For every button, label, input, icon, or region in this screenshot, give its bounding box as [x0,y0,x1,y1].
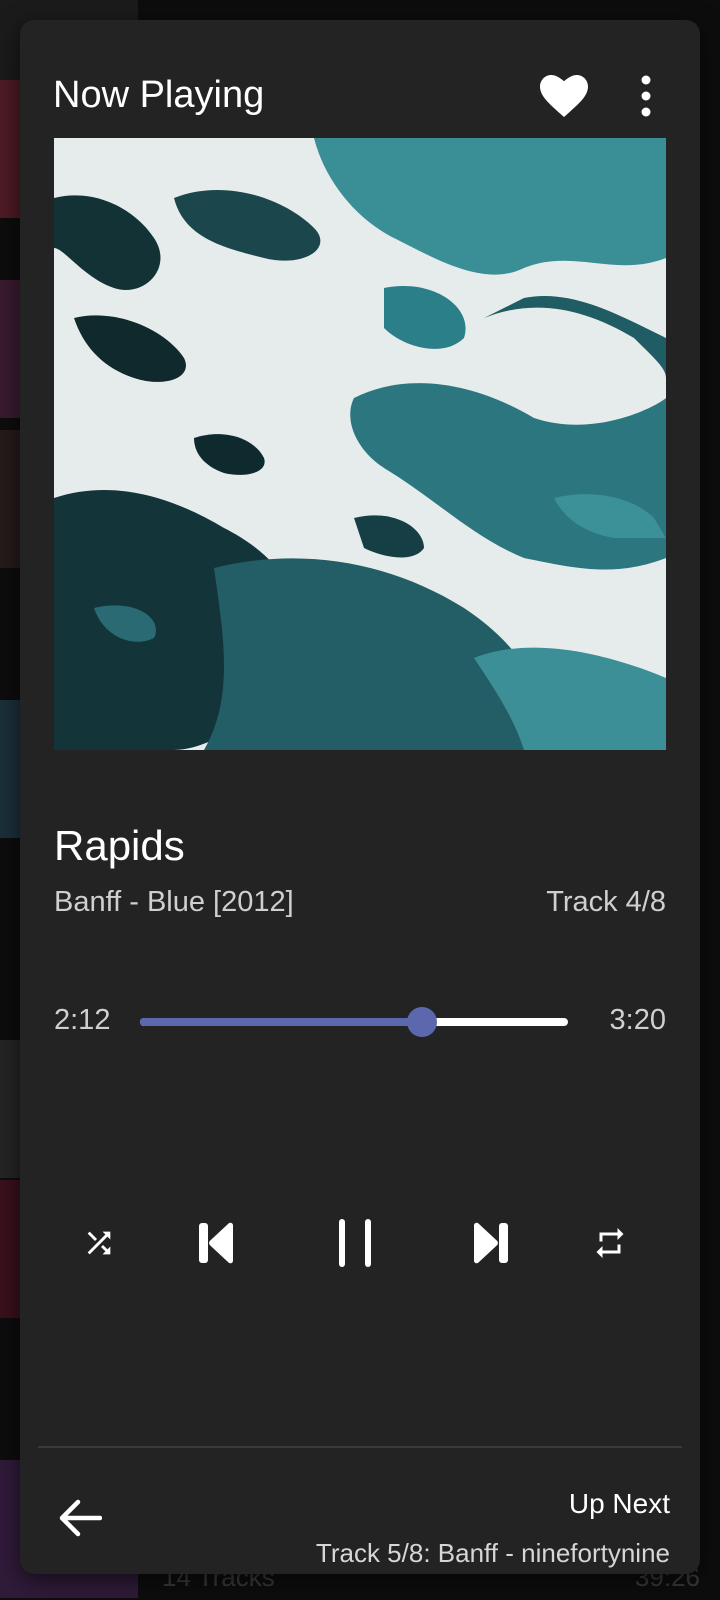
next-button[interactable] [455,1208,525,1278]
footer-divider [38,1446,682,1448]
song-title: Rapids [54,822,185,869]
up-next-label: Up Next [568,1488,670,1519]
skip-next-icon [474,1222,508,1264]
app-root: 14 Tracks 39:26 Now Playing Rapids Banff… [0,0,720,1600]
album-art-image [54,138,666,750]
more-options-button[interactable] [626,68,666,124]
page-title: Now Playing [53,74,265,116]
elapsed-time: 2:12 [54,1004,111,1036]
pause-icon [339,1219,371,1267]
artist-album: Banff - Blue [2012] [54,886,294,918]
repeat-button[interactable] [575,1208,645,1278]
shuffle-button[interactable] [64,1208,134,1278]
previous-button[interactable] [182,1208,252,1278]
more-vertical-icon [641,75,651,117]
seek-handle[interactable] [407,1007,438,1037]
total-time: 3:20 [609,1004,666,1036]
arrow-left-icon [59,1499,102,1537]
repeat-icon [596,1228,624,1258]
skip-previous-icon [199,1222,233,1264]
now-playing-card: Now Playing Rapids Banff - Blue [2012] T… [20,20,700,1574]
track-position: Track 4/8 [546,886,666,918]
heart-icon [540,75,588,117]
back-button[interactable] [50,1488,110,1548]
seek-slider[interactable] [140,1007,568,1037]
shuffle-icon [87,1231,111,1255]
album-art [54,138,666,750]
favorite-button[interactable] [536,68,592,124]
pause-button[interactable] [320,1208,390,1278]
up-next-track[interactable]: Track 5/8: Banff - ninefortynine [316,1538,670,1569]
seek-progress [140,1018,423,1026]
